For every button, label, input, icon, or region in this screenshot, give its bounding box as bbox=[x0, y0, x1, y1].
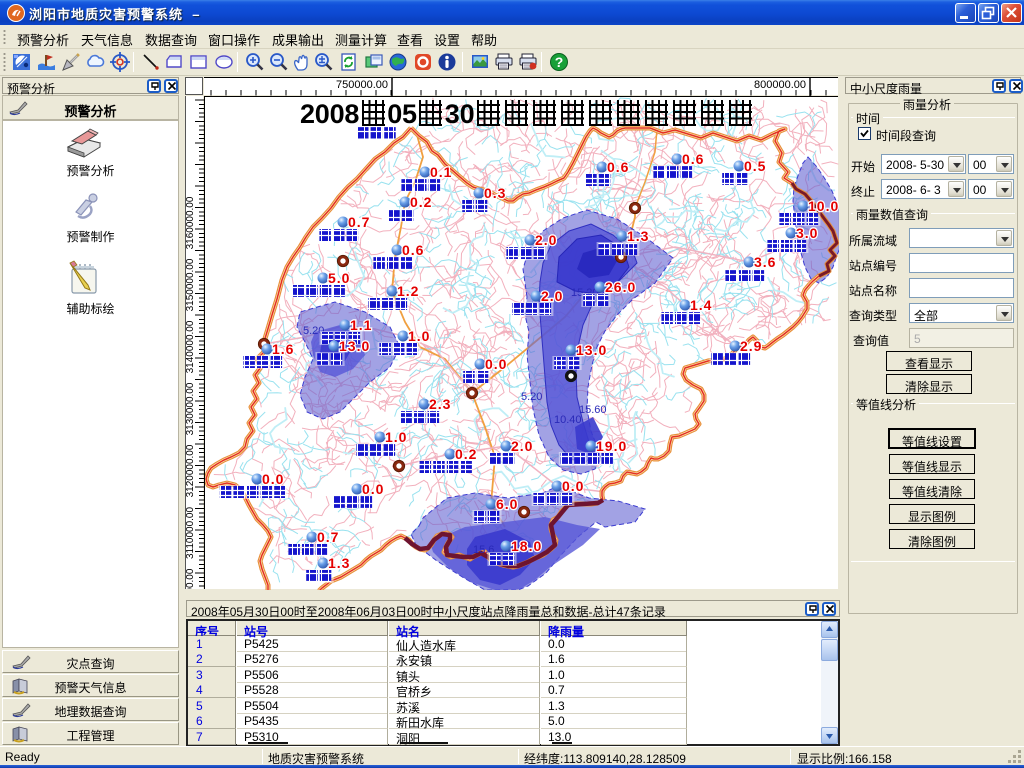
svg-text:750000.00: 750000.00 bbox=[336, 79, 388, 91]
svg-text:0.0: 0.0 bbox=[485, 356, 507, 372]
svg-text:1.4: 1.4 bbox=[690, 297, 712, 313]
svg-text:0.0: 0.0 bbox=[362, 481, 384, 497]
svg-text:3120000.00: 3120000.00 bbox=[186, 444, 196, 497]
svg-text:?: ? bbox=[555, 54, 564, 70]
svg-text:800000.00: 800000.00 bbox=[754, 79, 806, 91]
svg-text:26.0: 26.0 bbox=[605, 279, 636, 295]
svg-text:2.0: 2.0 bbox=[511, 438, 533, 454]
svg-text:13.0: 13.0 bbox=[576, 342, 607, 358]
svg-text:5.0: 5.0 bbox=[328, 270, 350, 286]
svg-text:0.6: 0.6 bbox=[607, 159, 629, 175]
svg-text:0.7: 0.7 bbox=[317, 529, 339, 545]
svg-text:3.6: 3.6 bbox=[754, 254, 776, 270]
svg-text:1.2: 1.2 bbox=[397, 283, 419, 299]
svg-text:3.0: 3.0 bbox=[796, 225, 818, 241]
svg-text:0.0: 0.0 bbox=[262, 471, 284, 487]
svg-text:3160000.00: 3160000.00 bbox=[186, 196, 196, 249]
svg-text:6.0: 6.0 bbox=[496, 496, 518, 512]
svg-text:10.0: 10.0 bbox=[808, 198, 839, 214]
svg-text:2.0: 2.0 bbox=[541, 288, 563, 304]
svg-text:0.0: 0.0 bbox=[562, 478, 584, 494]
svg-text:1.0: 1.0 bbox=[408, 328, 430, 344]
svg-text:3100000.00: 3100000.00 bbox=[186, 568, 196, 589]
svg-text:1.6: 1.6 bbox=[272, 341, 294, 357]
svg-text:0.2: 0.2 bbox=[410, 194, 432, 210]
svg-text:3150000.00: 3150000.00 bbox=[186, 258, 196, 311]
svg-text:0.6: 0.6 bbox=[402, 242, 424, 258]
svg-text:0.3: 0.3 bbox=[484, 185, 506, 201]
svg-text:19.0: 19.0 bbox=[596, 438, 627, 454]
svg-text:1.3: 1.3 bbox=[627, 228, 649, 244]
svg-text:1.3: 1.3 bbox=[328, 555, 350, 571]
svg-text:0.7: 0.7 bbox=[348, 214, 370, 230]
svg-text:1.1: 1.1 bbox=[350, 317, 372, 333]
svg-text:13.0: 13.0 bbox=[339, 338, 370, 354]
svg-text:2.9: 2.9 bbox=[740, 338, 762, 354]
svg-text:3130000.00: 3130000.00 bbox=[186, 382, 196, 435]
svg-text:1.0: 1.0 bbox=[385, 429, 407, 445]
svg-text:3110000.00: 3110000.00 bbox=[186, 507, 196, 560]
svg-text:18.0: 18.0 bbox=[511, 538, 542, 554]
svg-text:2.3: 2.3 bbox=[429, 396, 451, 412]
svg-text:0.5: 0.5 bbox=[744, 158, 766, 174]
svg-text:2.0: 2.0 bbox=[535, 232, 557, 248]
svg-text:0.6: 0.6 bbox=[682, 151, 704, 167]
svg-text:0.2: 0.2 bbox=[455, 446, 477, 462]
svg-text:5.20: 5.20 bbox=[521, 391, 542, 403]
svg-text:0.1: 0.1 bbox=[430, 164, 452, 180]
svg-text:3140000.00: 3140000.00 bbox=[186, 320, 196, 373]
svg-text:10.40: 10.40 bbox=[554, 414, 582, 426]
svg-text:15.60: 15.60 bbox=[579, 404, 607, 416]
